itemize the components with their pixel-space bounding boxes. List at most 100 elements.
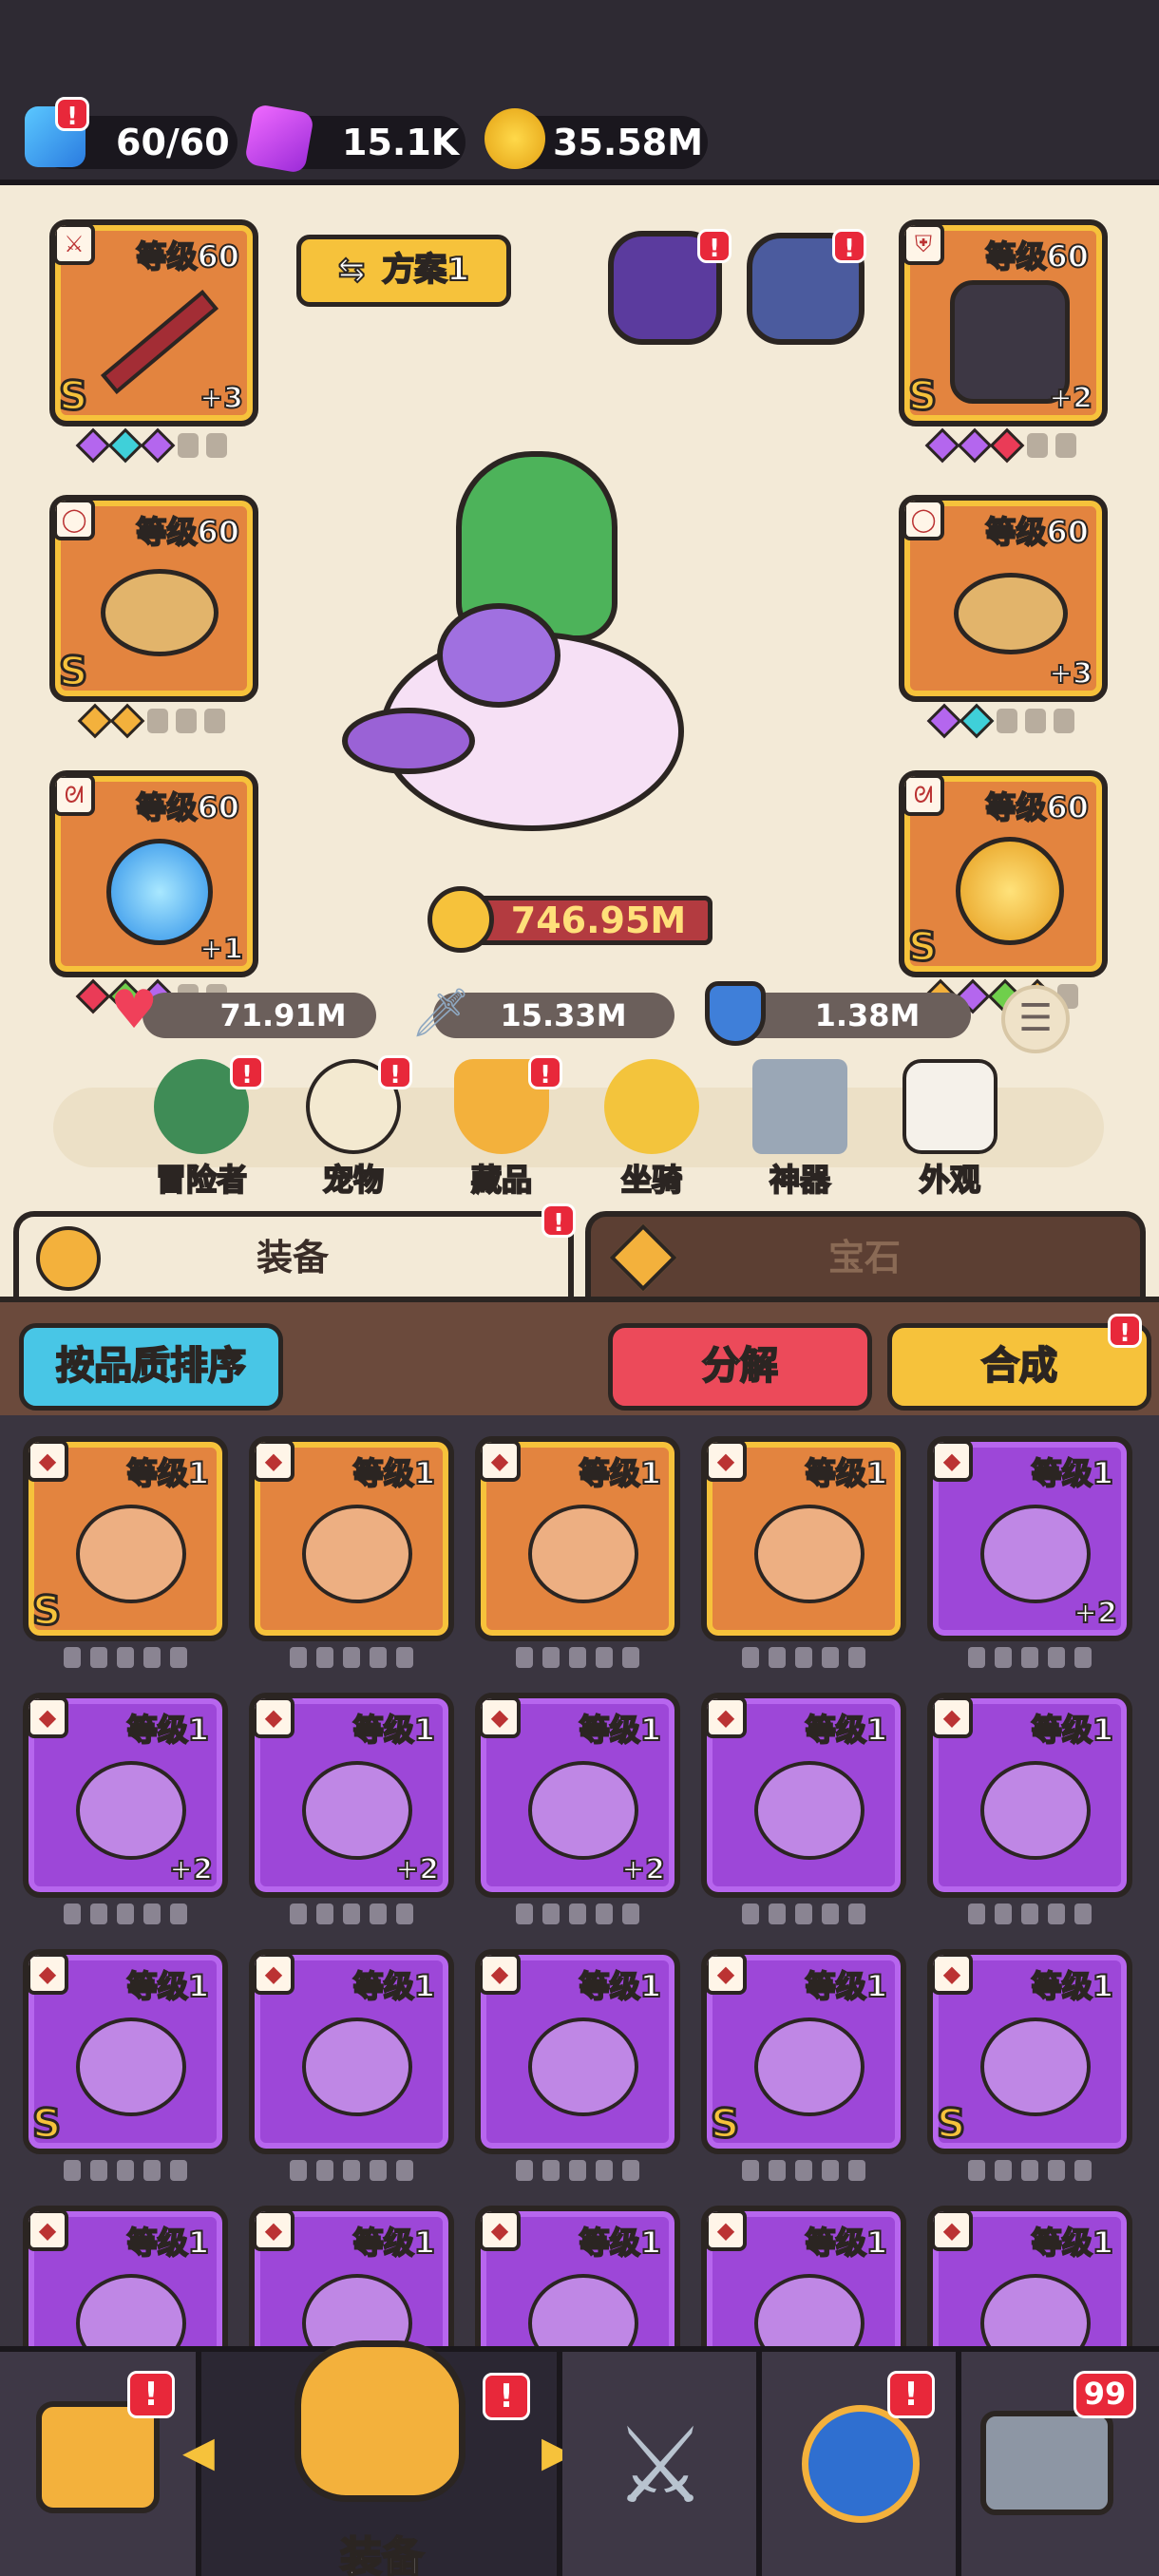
inventory-item[interactable]: ◆ 等级1 +2: [23, 1693, 228, 1924]
feature-outfit[interactable]: 外观: [893, 1059, 1007, 1200]
lock-icon: [316, 2160, 333, 2181]
equipped-amulet-card[interactable]: ᘛ 等级60 +1: [49, 770, 258, 977]
plan-switch-button[interactable]: ⇆ 方案1: [296, 235, 511, 307]
tab-equipment[interactable]: 装备: [13, 1211, 574, 1301]
socket-row: [49, 703, 258, 739]
item-level: 等级1: [1031, 1967, 1114, 2005]
sort-by-quality-button[interactable]: 按品质排序: [19, 1323, 283, 1411]
lock-icon: [1048, 1904, 1065, 1924]
character-panel: ⇆ 方案1 ! ! ⚔ 等级60 S +3 ◯ 等级60 S ᘛ 等级60 +1…: [0, 185, 1159, 1301]
lock-icon: [1048, 2160, 1065, 2181]
item-level: 等级1: [805, 1711, 888, 1749]
inventory-item-card: ◆ 等级1 +2: [475, 1693, 680, 1898]
lock-icon: [822, 2160, 839, 2181]
inventory-item-card: ◆ 等级1 S: [23, 1949, 228, 2154]
decompose-button[interactable]: 分解: [608, 1323, 872, 1411]
nav-shop[interactable]: !: [0, 2352, 201, 2576]
equipped-medal-card[interactable]: ᘛ 等级60 S: [899, 770, 1108, 977]
mount-wing: [437, 603, 560, 708]
inventory-item[interactable]: ◆ 等级1 S: [23, 1436, 228, 1668]
medal-slot-icon: ᘛ: [904, 776, 944, 816]
item-level: 等级1: [805, 1967, 888, 2005]
feature-mount[interactable]: 坐骑: [595, 1059, 709, 1200]
lock-icon: [117, 1647, 134, 1668]
nav-battle[interactable]: ⚔: [562, 2352, 762, 2576]
socket-lock-row: [23, 1647, 228, 1674]
inventory-item[interactable]: ◆ 等级1: [249, 1436, 454, 1668]
inventory-item[interactable]: ◆ 等级1 +2: [475, 1693, 680, 1924]
helmet-tab-icon: [36, 1226, 101, 1291]
feature-label: 坐骑: [620, 1161, 683, 1199]
inventory-item[interactable]: ◆ 等级1 S: [23, 1949, 228, 2181]
lock-icon: [316, 1647, 333, 1668]
inventory-item[interactable]: ◆ 等级1: [249, 1949, 454, 2181]
gems-value: 15.1K: [342, 122, 460, 163]
nav-upgrade[interactable]: !: [762, 2352, 961, 2576]
inventory-item[interactable]: ◆ 等级1: [927, 1693, 1132, 1924]
inventory-item-card: ◆ 等级1: [249, 1949, 454, 2154]
lock-icon: [622, 1647, 639, 1668]
equipment-nav-alert-icon: !: [483, 2373, 530, 2420]
lock-icon: [1048, 1647, 1065, 1668]
lock-icon: [1074, 2160, 1092, 2181]
feature-artifact[interactable]: 神器: [743, 1059, 857, 1200]
amulet-slot-icon: ᘛ: [55, 776, 95, 816]
stats-detail-button[interactable]: ☰: [1001, 985, 1070, 1053]
lock-icon: [795, 2160, 812, 2181]
nav-equipment[interactable]: ! 装备 ◀ ▶: [182, 2340, 574, 2576]
inventory-item[interactable]: ◆ 等级1: [701, 1693, 906, 1924]
rank-badge: S: [30, 2099, 62, 2149]
socket-row: [899, 427, 1108, 464]
inventory-item[interactable]: ◆ 等级1 S: [927, 1949, 1132, 2181]
item-slot-icon: ◆: [933, 1698, 973, 1738]
equip-level: 等级60: [984, 788, 1090, 826]
feature-label: 藏品: [470, 1161, 533, 1199]
inventory-item-card: ◆ 等级1: [249, 1436, 454, 1641]
lock-icon: [143, 1904, 161, 1924]
nav-chest[interactable]: 99: [961, 2352, 1159, 2576]
equipped-ring-2-card[interactable]: ◯ 等级60 +3: [899, 495, 1108, 702]
inventory-item[interactable]: ◆ 等级1: [475, 1949, 680, 2181]
equipped-armor-card[interactable]: ⛨ 等级60 S +2: [899, 219, 1108, 426]
nav-left-arrow-icon: ◀: [182, 2428, 215, 2476]
equip-level: 等级60: [984, 513, 1090, 551]
sword-icon: [101, 290, 218, 394]
item-level: 等级1: [126, 1711, 210, 1749]
item-level: 等级1: [1031, 1711, 1114, 1749]
item-level: 等级1: [126, 1454, 210, 1492]
lock-icon: [569, 1647, 586, 1668]
inventory-item[interactable]: ◆ 等级1 +2: [249, 1693, 454, 1924]
equipped-ring-card[interactable]: ◯ 等级60 S: [49, 495, 258, 702]
equipped-weapon-card[interactable]: ⚔ 等级60 S +3: [49, 219, 258, 426]
item-icon: [754, 2017, 864, 2116]
socket-lock-row: [475, 1647, 680, 1674]
inventory-item-card: ◆ 等级1: [475, 1949, 680, 2154]
tab-gems[interactable]: 宝石: [585, 1211, 1146, 1301]
rank-badge: S: [57, 371, 88, 421]
sort-label: 按品质排序: [55, 1343, 247, 1389]
lock-icon: [117, 1904, 134, 1924]
item-icon: [76, 1761, 186, 1860]
upgrade-badge: +1: [199, 932, 244, 967]
item-icon: [754, 1761, 864, 1860]
item-slot-icon: ◆: [707, 1698, 747, 1738]
lock-icon: [64, 2160, 81, 2181]
socket-lock-row: [249, 1647, 454, 1674]
heart-icon: ♥: [110, 979, 159, 1041]
ring-slot-icon: ◯: [904, 501, 944, 540]
inventory-item[interactable]: ◆ 等级1: [475, 1436, 680, 1668]
merge-alert-icon: !: [1108, 1314, 1142, 1348]
inventory-item[interactable]: ◆ 等级1 +2: [927, 1436, 1132, 1668]
lock-icon: [343, 2160, 360, 2181]
equip-level: 等级60: [135, 788, 240, 826]
inventory-item[interactable]: ◆ 等级1: [701, 1436, 906, 1668]
hero-character-with-mount[interactable]: [342, 413, 722, 860]
lock-icon: [1021, 1647, 1038, 1668]
attack-value: 15.33M: [500, 997, 627, 1033]
lock-icon: [569, 1904, 586, 1924]
item-icon: [528, 1761, 638, 1860]
socket-lock-row: [249, 2160, 454, 2187]
lock-icon: [1021, 1904, 1038, 1924]
item-slot-icon: ◆: [933, 2211, 973, 2251]
inventory-item[interactable]: ◆ 等级1 S: [701, 1949, 906, 2181]
